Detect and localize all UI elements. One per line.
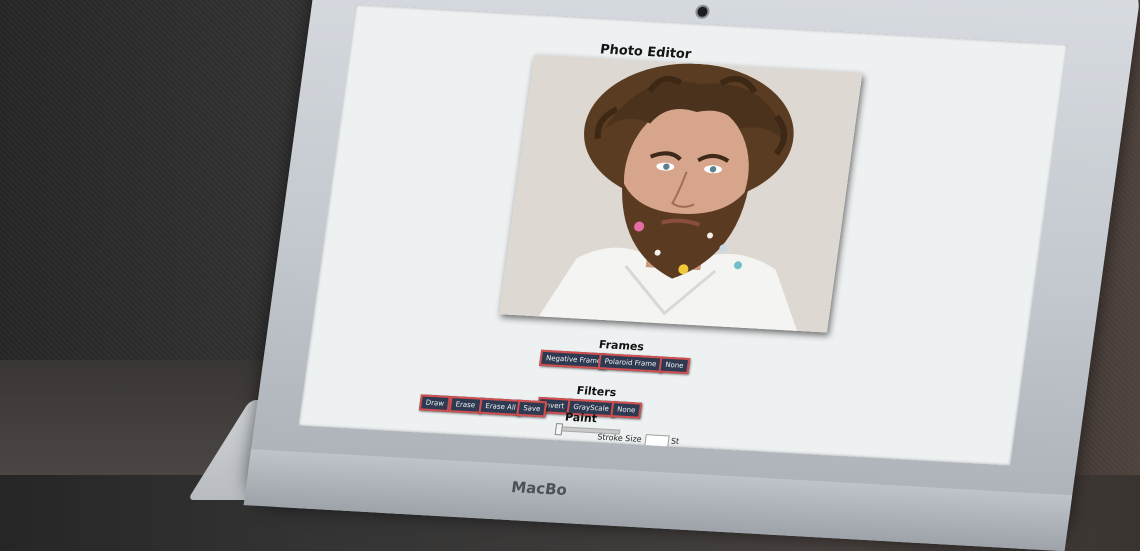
frames-heading: Frames: [598, 337, 645, 354]
laptop-bezel: [243, 449, 1073, 551]
paint-heading: Paint: [564, 410, 598, 426]
brand-label: MacBo: [510, 477, 569, 500]
laptop-screen: Photo Editor Frames Negative Frame Polar…: [298, 4, 1068, 466]
erase-button[interactable]: Erase: [448, 396, 483, 414]
stroke-size-input[interactable]: [644, 434, 670, 448]
polaroid-frame-button[interactable]: Polaroid Frame: [597, 353, 664, 373]
stroke-size-suffix: St: [670, 436, 680, 447]
photo-editor-app: Photo Editor Frames Negative Frame Polar…: [298, 4, 1067, 465]
draw-button[interactable]: Draw: [418, 394, 452, 412]
save-button[interactable]: Save: [516, 399, 548, 418]
laptop-lid: Photo Editor Frames Negative Frame Polar…: [243, 0, 1140, 551]
frames-none-button[interactable]: None: [658, 356, 691, 375]
edited-photo[interactable]: [498, 54, 863, 333]
portrait-image: [498, 54, 863, 333]
filters-heading: Filters: [575, 384, 618, 400]
slider-handle[interactable]: [554, 423, 564, 436]
filters-none-button[interactable]: None: [610, 401, 643, 419]
camera-icon: [696, 6, 709, 18]
stroke-size-label: Stroke Size: [596, 432, 643, 444]
